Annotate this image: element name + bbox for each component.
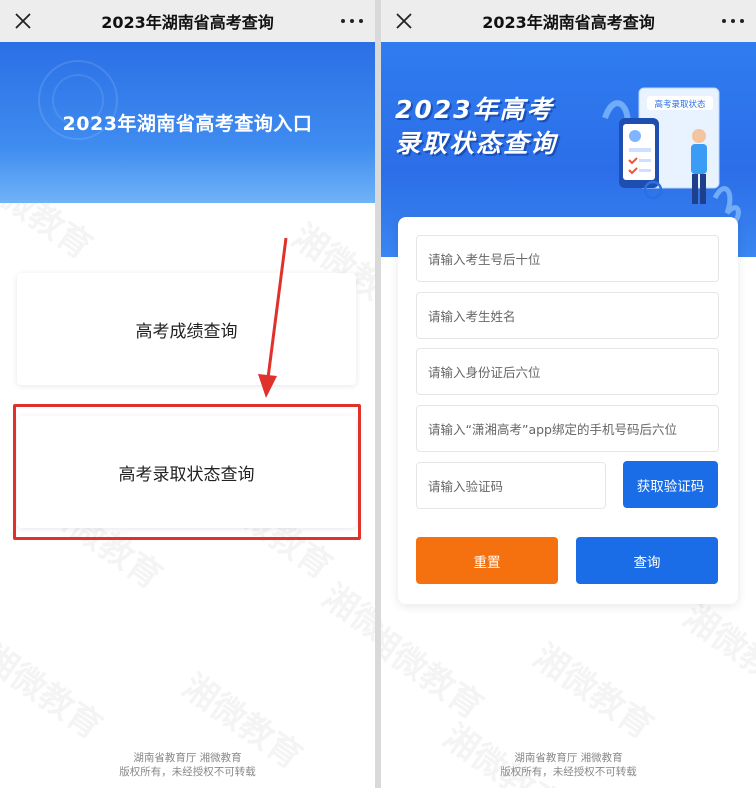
verification-code-input[interactable]: 请输入验证码 [416,462,606,509]
watermark-text: 湘微教育 [526,637,660,748]
page-title: 2023年湖南省高考查询 [482,13,655,32]
reset-button[interactable]: 重置 [416,537,558,584]
highlight-box [13,404,361,540]
illustration-tag: 高考录取状态 [654,99,706,110]
more-icon[interactable] [341,16,363,26]
get-code-button[interactable]: 获取验证码 [623,461,718,508]
promo-title-line2: 录取状态查询 [395,129,558,158]
footer-line1: 湖南省教育厅 湘微教育 [514,752,623,764]
close-icon[interactable] [10,8,36,34]
phone-input[interactable]: 请输入“潇湘高考”app绑定的手机号码后六位 [416,405,719,452]
query-form: 请输入考生号后十位 请输入考生姓名 请输入身份证后六位 请输入“潇湘高考”app… [398,217,738,604]
watermark-text: 湘微教育 [676,597,756,708]
more-icon[interactable] [722,16,744,26]
footer-line2: 版权所有，未经授权不可转载 [500,766,637,778]
close-icon[interactable] [391,8,417,34]
query-button[interactable]: 查询 [576,537,718,584]
watermark-text: 湘微教育 [381,617,490,728]
footer: 湖南省教育厅 湘微教育 版权所有，未经授权不可转载 [381,751,756,779]
name-input[interactable]: 请输入考生姓名 [416,292,719,339]
right-screen: 2023年湖南省高考查询 湘微教育 湘微教育 湘微教育 湘微教育 2023年高考… [381,0,756,788]
promo-title-line1: 2023年高考 [395,95,554,124]
page-title: 2023年湖南省高考查询 [101,13,274,32]
watermark-text: 湘微教育 [0,637,109,748]
id-card-input[interactable]: 请输入身份证后六位 [416,348,719,395]
right-navbar: 2023年湖南省高考查询 [381,0,756,42]
left-navbar: 2023年湖南省高考查询 [0,0,375,42]
watermark-text: 湘微教育 [315,577,375,688]
phone-illustration-icon: 高考录取状态 [602,87,741,228]
left-screen: 2023年湖南省高考查询 湘微教育 湘微教育 湘微教育 湘微教育 湘微教育 湘微… [0,0,375,788]
footer-line2: 版权所有，未经授权不可转载 [119,766,256,778]
footer: 湖南省教育厅 湘微教育 版权所有，未经授权不可转载 [0,751,375,779]
banner-title: 2023年湖南省高考查询入口 [62,113,313,135]
footer-line1: 湖南省教育厅 湘微教育 [133,752,242,764]
exam-number-input[interactable]: 请输入考生号后十位 [416,235,719,282]
left-banner: 2023年湖南省高考查询入口 [0,42,375,203]
score-query-label: 高考成绩查询 [135,321,238,342]
score-query-card[interactable]: 高考成绩查询 [17,273,356,385]
